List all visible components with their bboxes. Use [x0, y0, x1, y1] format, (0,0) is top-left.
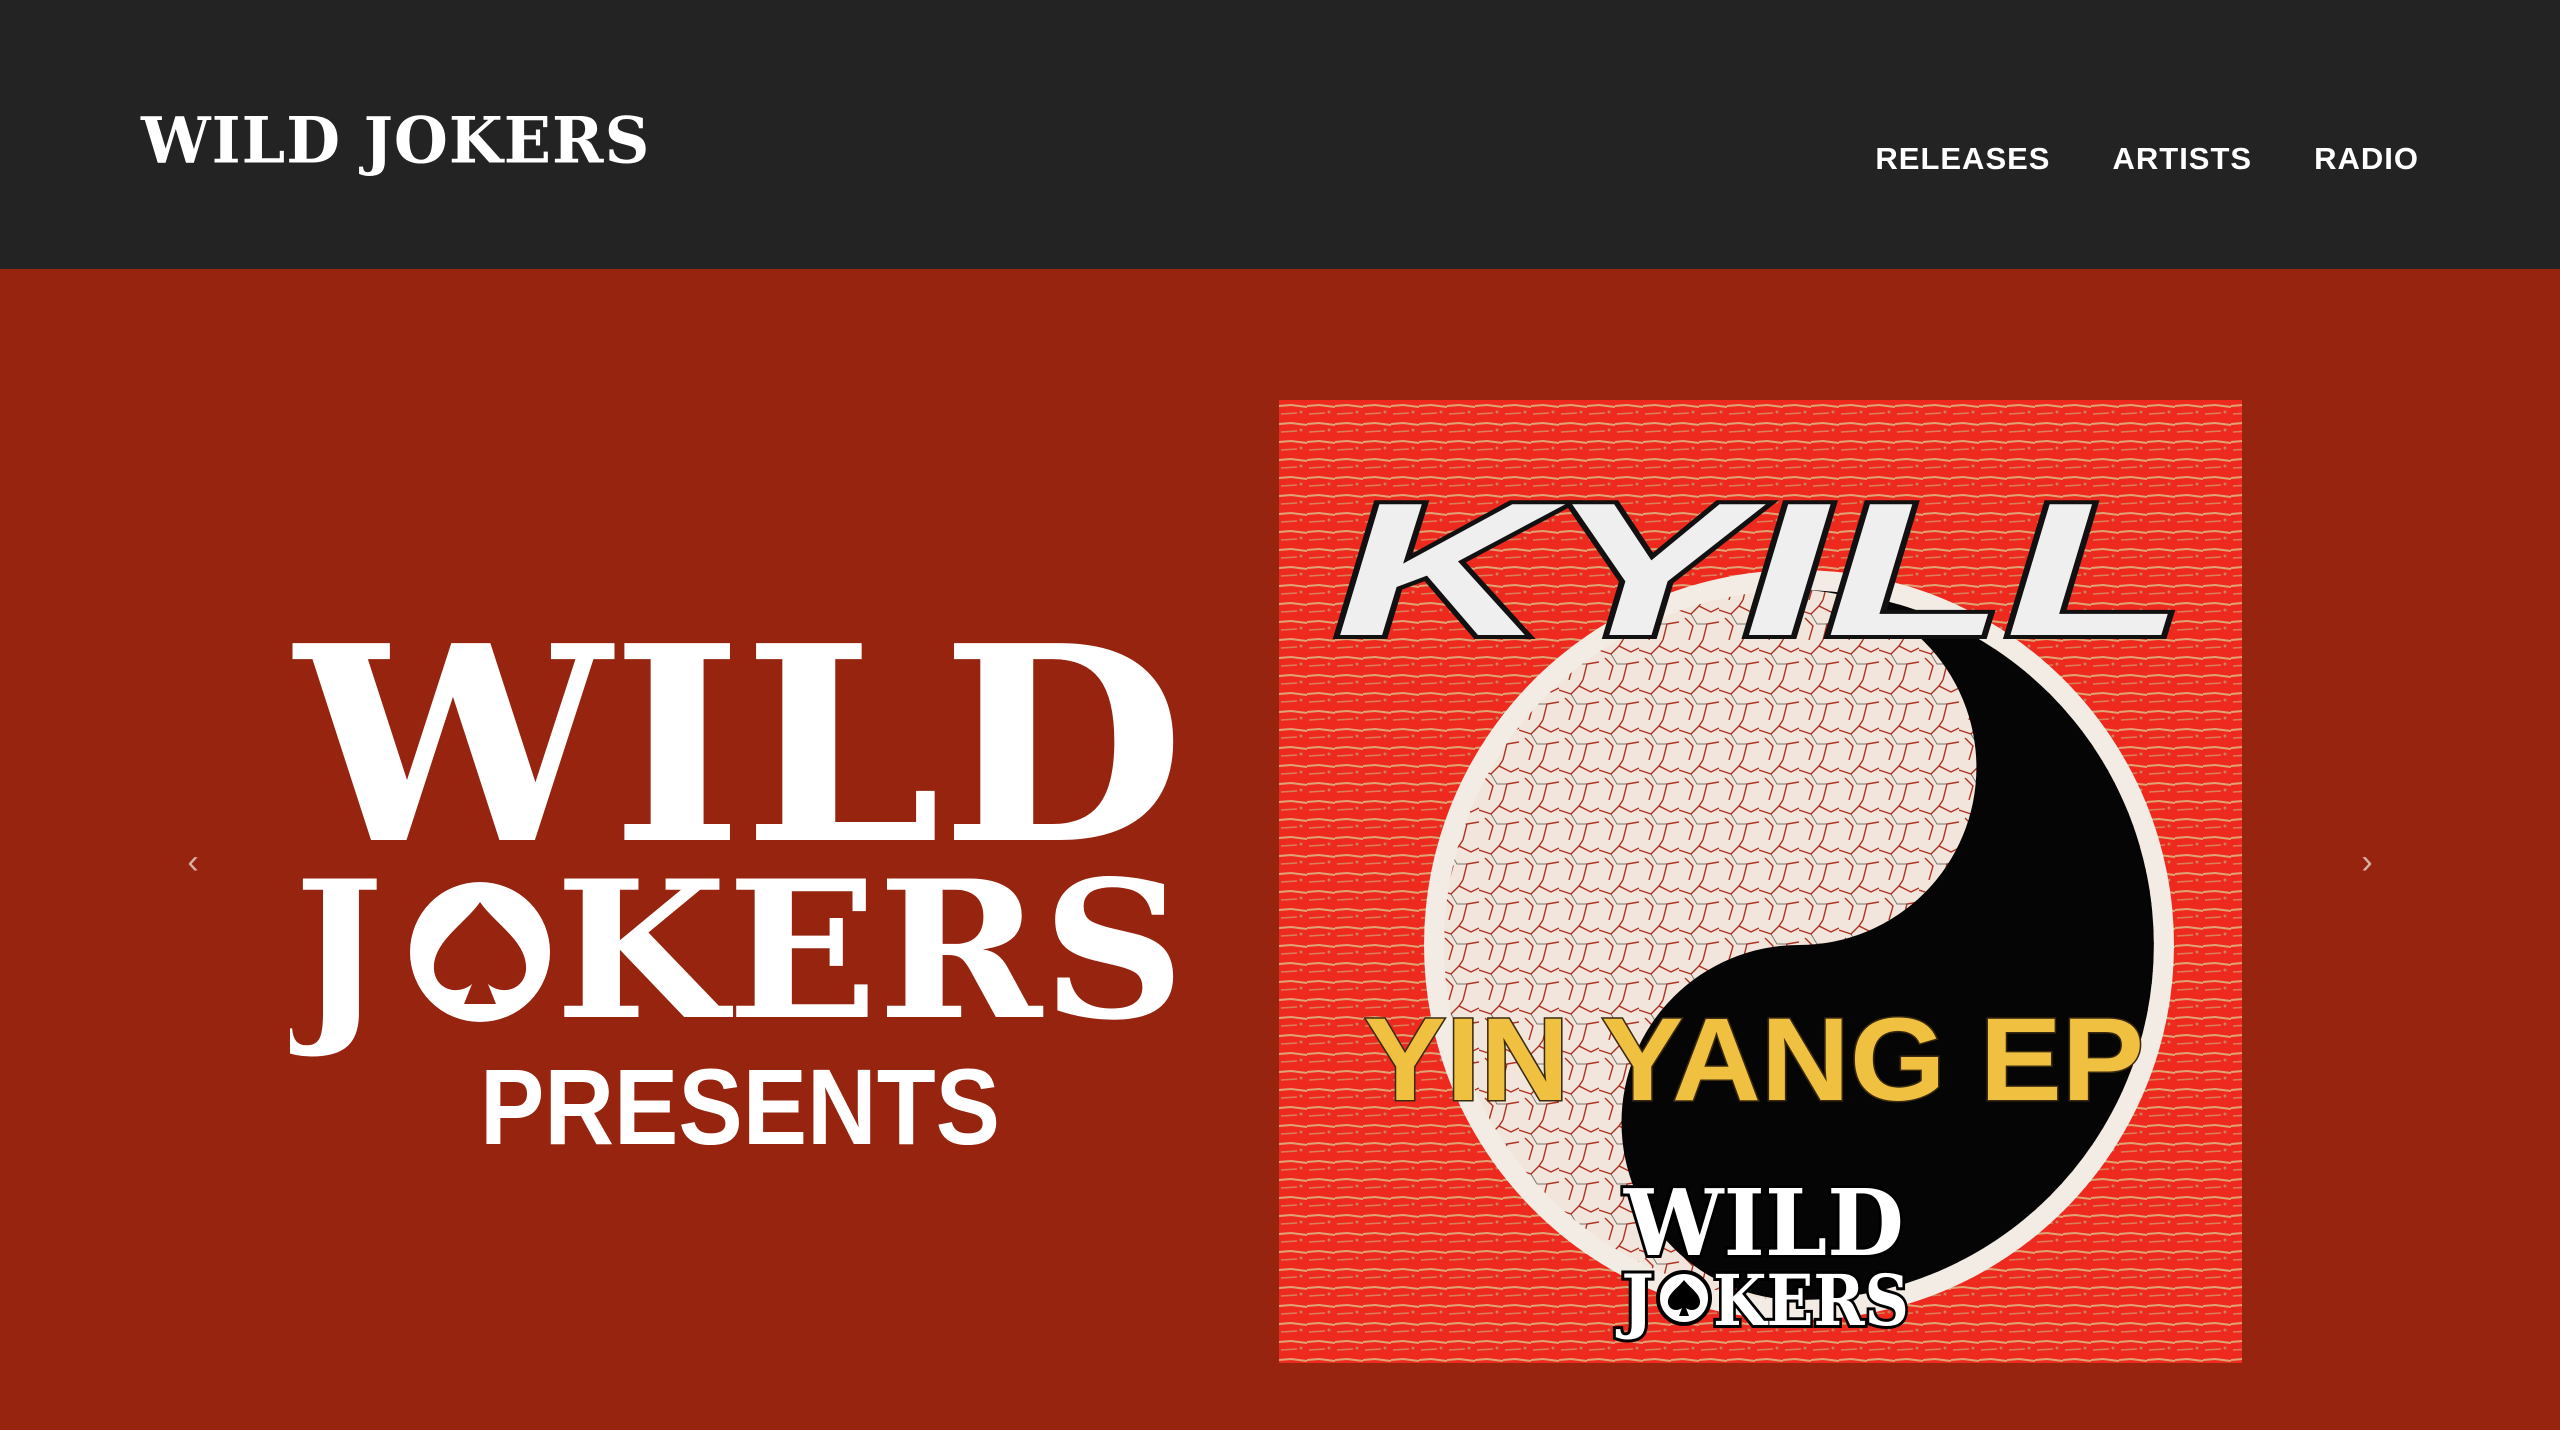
presents-text: PRESENTS	[480, 1046, 1000, 1152]
cover-title-text: YIN YANG EP	[1364, 994, 2144, 1126]
nav-releases[interactable]: RELEASES	[1875, 143, 2050, 174]
logo-jokers-rest-text: KERS	[555, 839, 1185, 1062]
cover-artist-text: KYILL	[1335, 464, 2185, 676]
nav-artists[interactable]: ARTISTS	[2112, 143, 2252, 174]
cover-label-kers-text: KERS	[1713, 1259, 1909, 1342]
slide-presents-logo: WILD J KERS PRESENTS	[290, 612, 1190, 1152]
spade-circle-icon	[410, 882, 550, 1022]
chevron-right-icon[interactable]: ›	[2352, 840, 2382, 884]
cover-spade-icon	[1656, 1270, 1712, 1326]
nav-radio[interactable]: RADIO	[2314, 143, 2419, 174]
site-header: WILD JOKERS RELEASES ARTISTS RADIO	[0, 0, 2560, 269]
chevron-left-icon[interactable]: ‹	[178, 840, 208, 884]
site-logo[interactable]: WILD JOKERS	[141, 109, 650, 172]
logo-jokers-j-text: J	[290, 839, 384, 1062]
main-nav: RELEASES ARTISTS RADIO	[1875, 143, 2419, 174]
album-cover-image[interactable]: KYILL YIN YANG EP WILD J KERS	[1279, 400, 2242, 1363]
cover-label-j-text: J	[1615, 1259, 1654, 1342]
